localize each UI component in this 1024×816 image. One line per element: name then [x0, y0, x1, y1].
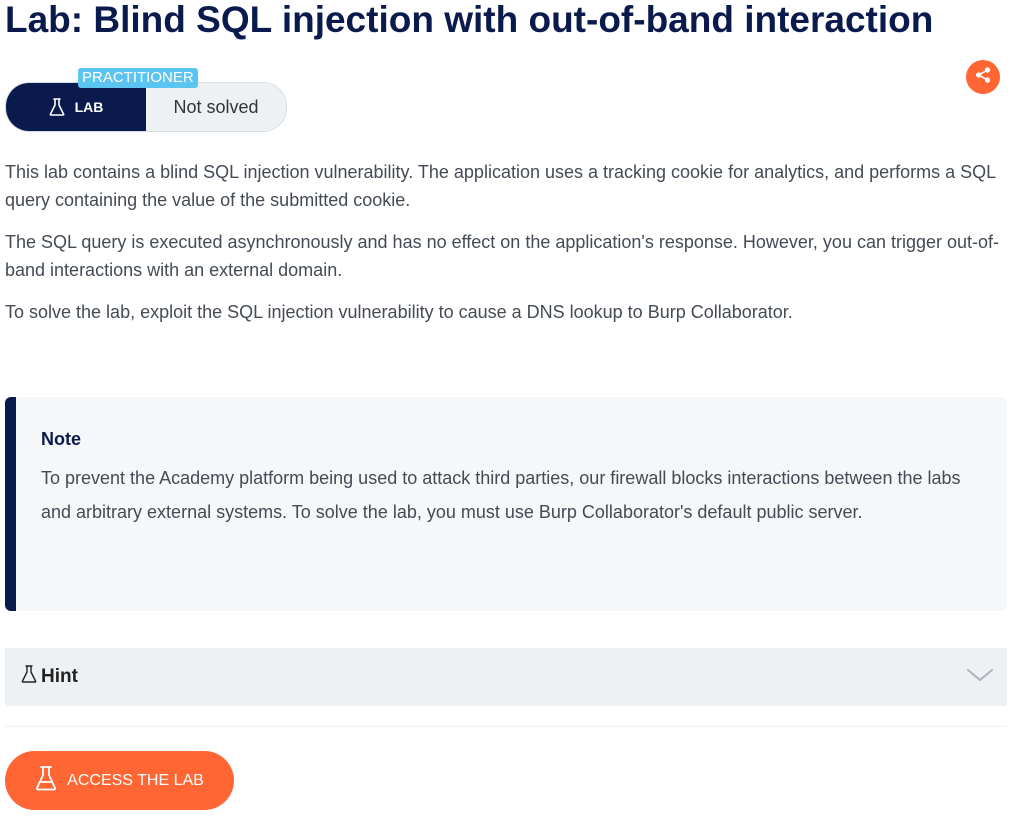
- page-title: Lab: Blind SQL injection with out-of-ban…: [5, 0, 934, 40]
- lab-status: Not solved: [146, 83, 286, 131]
- access-lab-button[interactable]: ACCESS THE LAB: [5, 751, 234, 810]
- note-title: Note: [41, 429, 81, 449]
- share-icon: [974, 66, 992, 89]
- hint-accordion[interactable]: Hint: [5, 648, 1007, 706]
- lab-badge: PRACTITIONER LAB Not solved: [5, 68, 287, 132]
- share-button[interactable]: [966, 60, 1000, 94]
- lab-type-label: LAB: [74, 99, 104, 115]
- chevron-down-icon: [965, 666, 995, 689]
- flask-icon: [49, 98, 65, 116]
- note-box: Note To prevent the Academy platform bei…: [5, 397, 1007, 611]
- description-paragraph: This lab contains a blind SQL injection …: [5, 162, 996, 210]
- divider: [5, 726, 1007, 727]
- lab-page: Lab: Blind SQL injection with out-of-ban…: [0, 0, 1024, 816]
- hint-header: Hint: [21, 664, 78, 690]
- access-lab-label: ACCESS THE LAB: [67, 771, 204, 789]
- lab-type-segment: LAB: [6, 83, 146, 131]
- hint-label: Hint: [41, 666, 78, 687]
- lab-status-pill: LAB Not solved: [5, 82, 287, 132]
- flask-icon: [21, 664, 37, 690]
- description-paragraph: The SQL query is executed asynchronously…: [5, 232, 1000, 280]
- note-body: To prevent the Academy platform being us…: [41, 468, 961, 522]
- flask-icon: [35, 765, 57, 796]
- lab-description: This lab contains a blind SQL injection …: [5, 158, 1015, 340]
- level-tag: PRACTITIONER: [78, 68, 198, 88]
- description-paragraph: To solve the lab, exploit the SQL inject…: [5, 302, 793, 322]
